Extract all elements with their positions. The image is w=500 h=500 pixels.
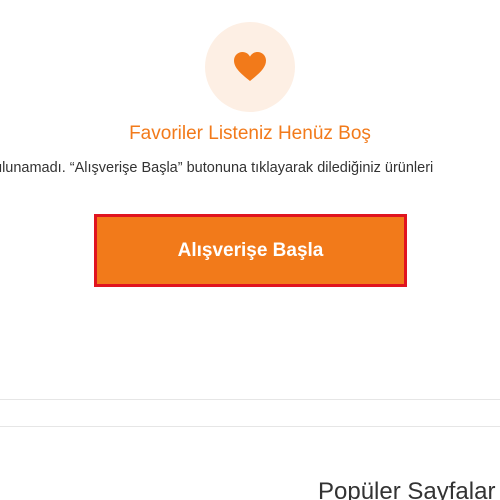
popular-pages-heading: Popüler Sayfalar — [318, 478, 496, 500]
section-band — [0, 400, 500, 426]
heart-icon-badge — [205, 22, 295, 112]
favorites-page: Favoriler Listeniz Henüz Boş ulunamadı. … — [0, 0, 500, 500]
empty-state-description: ulunamadı. “Alışverişe Başla” butonuna t… — [0, 160, 434, 176]
empty-state-title: Favoriler Listeniz Henüz Boş — [129, 123, 371, 144]
heart-icon — [234, 52, 266, 81]
start-shopping-button[interactable]: Alışverişe Başla — [97, 217, 404, 284]
section-divider — [0, 426, 500, 427]
